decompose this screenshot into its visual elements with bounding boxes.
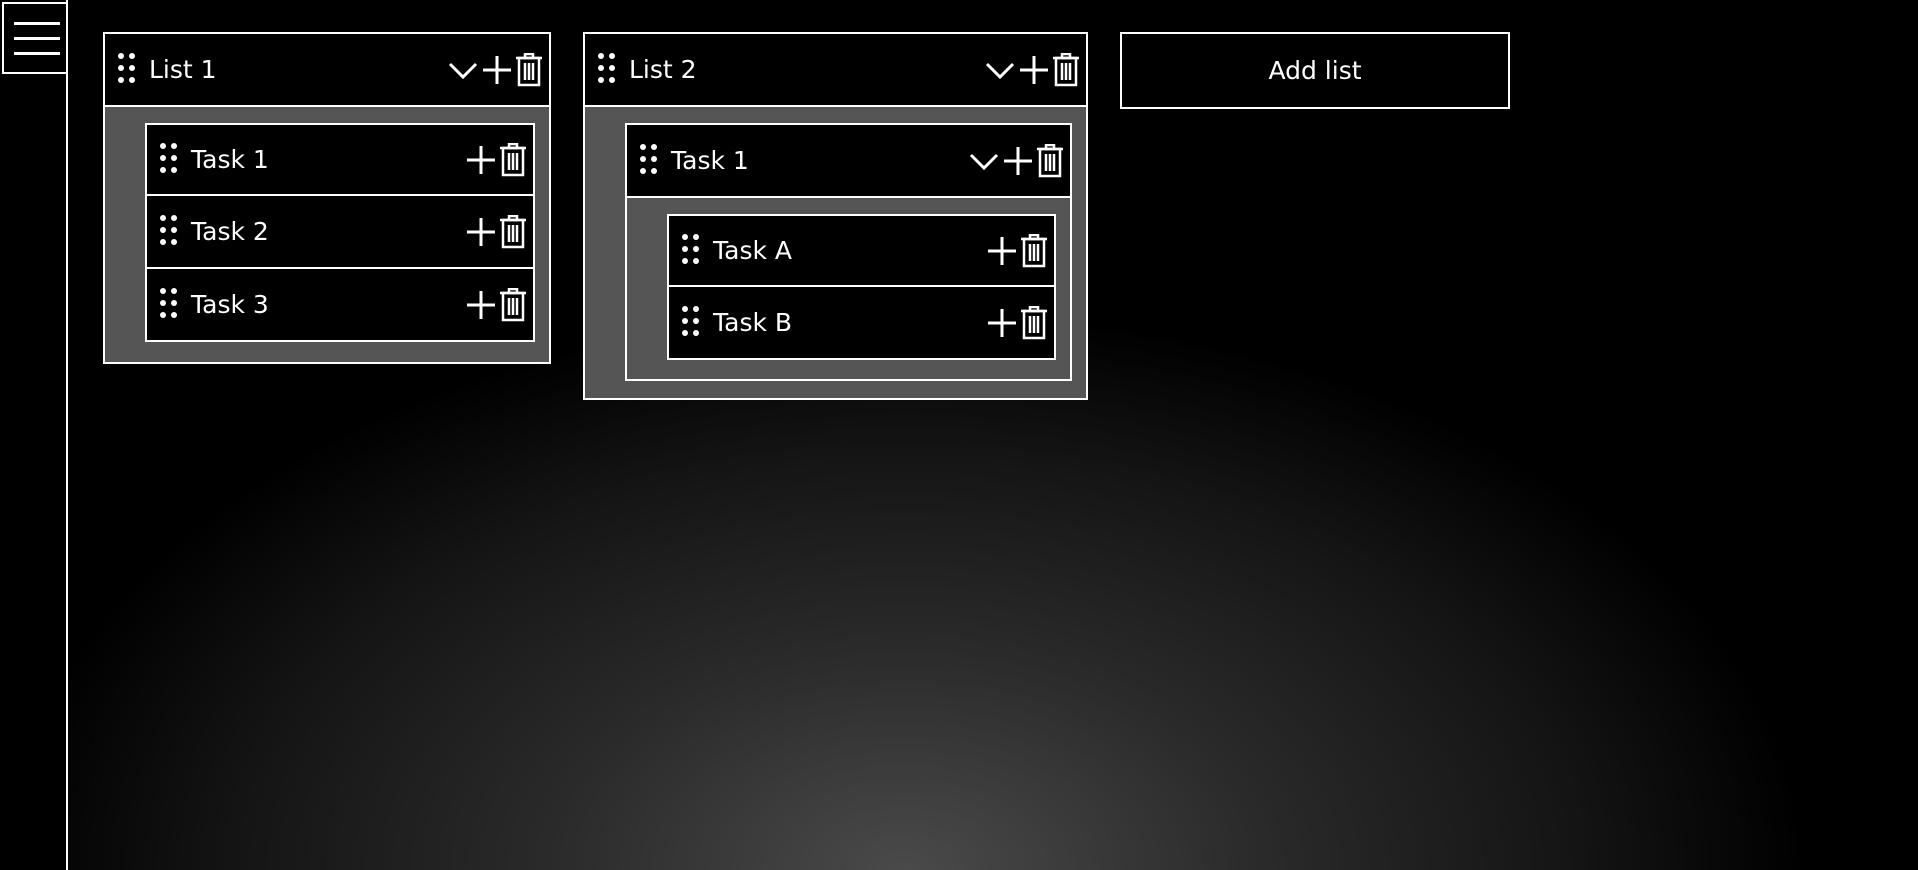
drag-handle-icon[interactable]	[681, 305, 701, 341]
drag-handle-icon[interactable]	[681, 233, 701, 269]
plus-icon[interactable]	[986, 307, 1018, 339]
list-header: List 1	[105, 34, 549, 107]
list-card: List 2 Task 1 Task A Task B	[583, 32, 1088, 400]
hamburger-menu-icon	[14, 22, 60, 55]
drag-handle-icon[interactable]	[159, 142, 179, 178]
drag-handle-icon[interactable]	[597, 52, 617, 88]
trash-icon[interactable]	[1020, 305, 1048, 340]
task-row: Task 2	[145, 196, 535, 269]
plus-icon[interactable]	[1002, 145, 1034, 177]
subtask-area: Task A Task B	[627, 198, 1070, 379]
task-label: Task 1	[671, 146, 749, 175]
subtask-row: Task B	[667, 287, 1056, 360]
plus-icon[interactable]	[465, 289, 497, 321]
task-row: Task 1	[627, 125, 1070, 198]
plus-icon[interactable]	[465, 144, 497, 176]
list-tasks: Task 1 Task 2 Task 3	[105, 107, 549, 362]
chevron-down-icon[interactable]	[968, 145, 1000, 177]
trash-icon[interactable]	[1052, 52, 1080, 87]
subtask-label: Task A	[713, 236, 793, 265]
add-list-button[interactable]: Add list	[1120, 32, 1510, 109]
task-label: Task 3	[191, 290, 269, 319]
menu-button[interactable]	[2, 2, 66, 74]
chevron-down-icon[interactable]	[984, 54, 1016, 86]
drag-handle-icon[interactable]	[639, 143, 659, 179]
plus-icon[interactable]	[481, 54, 513, 86]
plus-icon[interactable]	[1018, 54, 1050, 86]
list-tasks: Task 1 Task A Task B	[585, 107, 1086, 398]
plus-icon[interactable]	[986, 235, 1018, 267]
plus-icon[interactable]	[465, 216, 497, 248]
drag-handle-icon[interactable]	[159, 287, 179, 323]
task-label: Task 1	[191, 145, 269, 174]
list-title: List 2	[629, 55, 697, 84]
drag-handle-icon[interactable]	[159, 214, 179, 250]
trash-icon[interactable]	[515, 52, 543, 87]
trash-icon[interactable]	[499, 142, 527, 177]
trash-icon[interactable]	[499, 214, 527, 249]
list-card: List 1 Task 1 Task 2 Task 3	[103, 32, 551, 364]
task-row: Task 3	[145, 269, 535, 342]
list-header: List 2	[585, 34, 1086, 107]
sidebar	[0, 0, 68, 870]
drag-handle-icon[interactable]	[117, 52, 137, 88]
subtask-row: Task A	[667, 214, 1056, 287]
task-group: Task 1 Task A Task B	[625, 123, 1072, 381]
subtask-label: Task B	[713, 308, 793, 337]
task-row: Task 1	[145, 123, 535, 196]
trash-icon[interactable]	[499, 287, 527, 322]
chevron-down-icon[interactable]	[447, 54, 479, 86]
list-title: List 1	[149, 55, 217, 84]
trash-icon[interactable]	[1020, 233, 1048, 268]
trash-icon[interactable]	[1036, 143, 1064, 178]
task-label: Task 2	[191, 217, 269, 246]
